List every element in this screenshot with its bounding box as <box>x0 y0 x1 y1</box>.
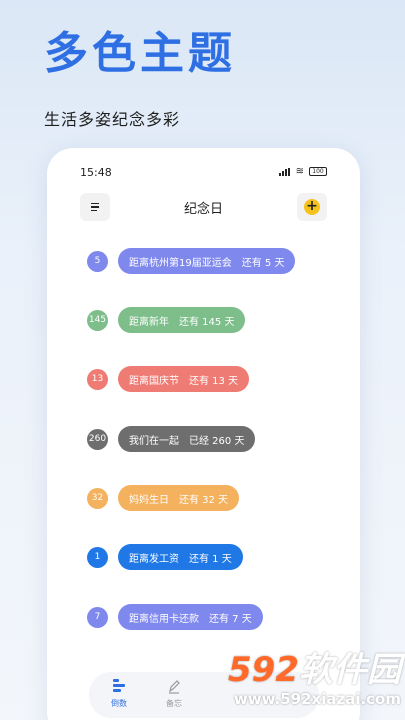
event-row[interactable]: 7 距离信用卡还款 还有 7 天 <box>87 604 263 630</box>
watermark-logo: 592软件园 <box>205 650 401 690</box>
event-pill[interactable]: 距离新年 还有 145 天 <box>118 307 246 333</box>
event-status: 还有 5 天 <box>241 257 285 269</box>
event-pill[interactable]: 距离杭州第19届亚运会 还有 5 天 <box>118 248 296 274</box>
promo-subtitle: 生活多姿纪念多彩 <box>44 110 181 129</box>
nav-tab-memo[interactable]: 备忘 <box>154 678 194 709</box>
event-row[interactable]: 5 距离杭州第19届亚运会 还有 5 天 <box>87 248 296 274</box>
promo-title: 多色主题 <box>44 28 236 79</box>
nav-label-memo: 备忘 <box>166 699 182 708</box>
event-pill[interactable]: 妈妈生日 还有 32 天 <box>118 485 240 511</box>
event-count-badge: 260 <box>87 428 108 450</box>
event-count-badge: 32 <box>87 487 108 509</box>
watermark: 592软件园 www.592xiazai.com <box>205 650 401 716</box>
event-status: 还有 7 天 <box>209 613 252 625</box>
nav-label-countdown: 倒数 <box>111 699 127 708</box>
event-status: 已经 260 天 <box>189 435 245 447</box>
phone-screen: 15:48 ≋ 100 纪念日 + 5 距离杭州第19届亚运会 还有 5 天 145 距… <box>47 148 360 720</box>
event-row[interactable]: 1 距离发工资 还有 1 天 <box>87 544 243 570</box>
event-name: 距离发工资 <box>129 553 179 565</box>
event-status: 还有 1 天 <box>189 553 232 565</box>
event-pill[interactable]: 我们在一起 已经 260 天 <box>118 426 256 452</box>
watermark-url: www.592xiazai.com <box>233 690 401 708</box>
event-pill[interactable]: 距离国庆节 还有 13 天 <box>118 366 250 392</box>
event-name: 妈妈生日 <box>129 494 169 506</box>
status-bar: 15:48 ≋ 100 <box>47 166 360 182</box>
status-icons: ≋ 100 <box>278 165 327 177</box>
event-name: 距离信用卡还款 <box>129 613 199 625</box>
pen-icon <box>169 680 180 694</box>
app-bar: 纪念日 + <box>47 192 360 224</box>
watermark-text: 软件园 <box>299 650 401 690</box>
event-pill[interactable]: 距离发工资 还有 1 天 <box>118 544 243 570</box>
status-time: 15:48 <box>80 166 112 179</box>
event-status: 还有 13 天 <box>189 375 239 387</box>
add-icon: + <box>304 199 320 215</box>
event-row[interactable]: 145 距离新年 还有 145 天 <box>87 307 246 333</box>
event-count-badge: 145 <box>87 309 108 331</box>
event-pill[interactable]: 距离信用卡还款 还有 7 天 <box>118 604 263 630</box>
signal-icon <box>278 167 291 176</box>
event-name: 距离杭州第19届亚运会 <box>129 257 232 269</box>
event-status: 还有 145 天 <box>179 316 235 328</box>
event-count-badge: 13 <box>87 368 108 390</box>
watermark-number: 592 <box>228 650 299 690</box>
event-row[interactable]: 13 距离国庆节 还有 13 天 <box>87 366 250 392</box>
event-row[interactable]: 32 妈妈生日 还有 32 天 <box>87 485 240 511</box>
event-count-badge: 1 <box>87 546 108 568</box>
event-status: 还有 32 天 <box>179 494 229 506</box>
nav-tab-countdown[interactable]: 倒数 <box>99 678 139 709</box>
event-row[interactable]: 260 我们在一起 已经 260 天 <box>87 426 256 452</box>
add-button[interactable]: + <box>297 193 327 221</box>
event-name: 距离国庆节 <box>129 375 179 387</box>
wifi-icon: ≋ <box>295 165 304 177</box>
battery-icon: 100 <box>309 167 327 176</box>
event-name: 我们在一起 <box>129 435 179 447</box>
event-count-badge: 7 <box>87 606 108 628</box>
event-name: 距离新年 <box>129 316 169 328</box>
event-count-badge: 5 <box>87 250 108 272</box>
countdown-icon <box>113 679 125 692</box>
